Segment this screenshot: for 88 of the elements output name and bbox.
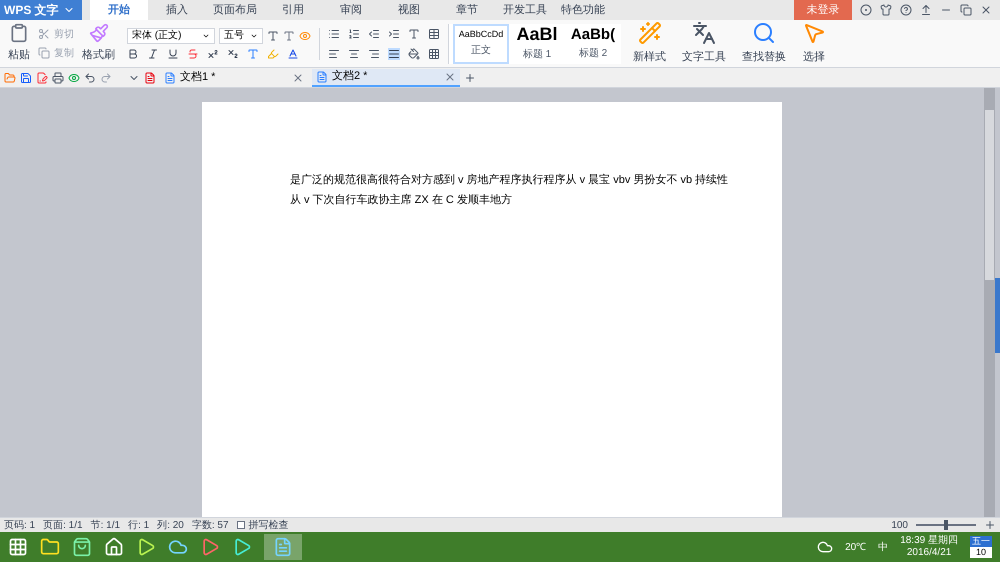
status-item: 字数: 57 — [192, 518, 229, 532]
outdent-icon[interactable] — [368, 28, 380, 40]
vertical-scrollbar[interactable] — [984, 88, 995, 517]
document-text-line: 从 v 下次自行车政协主席 ZX 在 C 发顺丰地方 — [290, 192, 513, 208]
undo-icon[interactable] — [84, 72, 96, 84]
justify-icon[interactable] — [388, 48, 400, 60]
status-item: 页码: 1 — [4, 518, 36, 532]
cursor-icon — [802, 21, 826, 46]
ribbon-tab[interactable]: 引用 — [264, 0, 322, 20]
status-item: 行: 1 — [128, 518, 150, 532]
ribbon-tab[interactable]: 审阅 — [322, 0, 380, 20]
close-icon — [292, 72, 304, 84]
ribbon-tab[interactable]: 开发工具 — [496, 0, 554, 20]
copy-icon — [38, 47, 50, 59]
zoom-slider-thumb[interactable] — [944, 520, 948, 530]
document-text-line: 是广泛的规范很高很符合对方感到 v 房地产程序执行程序从 v 晨宝 vbv 男扮女不 vb 持续性 — [290, 172, 730, 188]
style-preset[interactable]: AaBb( 标题 2 — [565, 24, 621, 64]
paste-button[interactable]: 粘贴 — [4, 23, 34, 64]
ribbon-tool-button[interactable]: 选择 — [798, 21, 830, 66]
new-tab-icon[interactable] — [464, 72, 476, 84]
style-preset[interactable]: AaBl 标题 1 — [509, 24, 565, 64]
ribbon-tool-button[interactable]: 文字工具 — [678, 21, 730, 66]
print-icon[interactable] — [52, 72, 64, 84]
clipboard-icon — [9, 23, 29, 44]
bold-icon[interactable] — [127, 48, 139, 60]
input-method[interactable]: 中 — [878, 540, 888, 554]
save-icon[interactable] — [20, 72, 32, 84]
font-color-icon[interactable] — [287, 48, 299, 60]
clock-date: 2016/4/21 — [906, 547, 952, 560]
align-right-icon[interactable] — [368, 48, 380, 60]
indent-icon[interactable] — [388, 28, 400, 40]
search-icon — [752, 21, 776, 46]
document-tab[interactable]: 文档1 * — [160, 68, 308, 86]
ribbon-tab[interactable]: 页面布局 — [206, 0, 264, 20]
text-effect-icon[interactable] — [247, 48, 259, 60]
text-tool-icon — [692, 21, 716, 46]
document-icon — [164, 72, 176, 84]
upload-icon[interactable] — [920, 4, 932, 16]
document-icon — [316, 70, 328, 82]
ribbon-tab[interactable]: 插入 — [148, 0, 206, 20]
close-icon — [444, 70, 456, 82]
app-menu-button[interactable]: WPS 文字 — [0, 0, 82, 20]
numbered-list-icon[interactable] — [348, 28, 360, 40]
ribbon-tab[interactable]: 章节 — [438, 0, 496, 20]
store-icon[interactable] — [72, 537, 92, 557]
ribbon-tab[interactable]: 视图 — [380, 0, 438, 20]
help-icon[interactable] — [900, 4, 912, 16]
subscript-icon[interactable] — [227, 48, 239, 60]
italic-icon[interactable] — [147, 48, 159, 60]
align-left-icon[interactable] — [328, 48, 340, 60]
shirt-icon[interactable] — [880, 4, 892, 16]
status-item: 页面: 1/1 — [43, 518, 83, 532]
ribbon-tool-button[interactable]: 新样式 — [629, 21, 670, 66]
brush-icon — [88, 23, 108, 44]
folder-icon[interactable] — [4, 72, 16, 84]
shading-icon[interactable] — [408, 48, 420, 60]
document-tab[interactable]: 文档2 * — [312, 68, 460, 86]
wand-icon — [638, 21, 662, 46]
status-item: 列: 20 — [157, 518, 184, 532]
style-preset[interactable]: AaBbCcDd 正文 — [453, 24, 509, 64]
zoom-level: 100 — [891, 518, 908, 532]
clock-time: 18:39 星期四 — [900, 534, 958, 547]
close-icon[interactable] — [980, 4, 992, 16]
ribbon-tool-button[interactable]: 查找替换 — [738, 21, 790, 66]
align-center-icon[interactable] — [348, 48, 360, 60]
temperature: 20℃ — [845, 540, 866, 554]
home-icon[interactable] — [104, 537, 124, 557]
start-icon[interactable] — [8, 537, 28, 557]
checkbox[interactable] — [236, 521, 245, 529]
underline-icon[interactable] — [167, 48, 179, 60]
status-item: 节: 1/1 — [90, 518, 120, 532]
zoom-in-icon[interactable] — [984, 519, 996, 531]
font-size-select[interactable]: 五号 — [219, 28, 263, 44]
table-icon[interactable] — [428, 28, 440, 40]
scissors-icon — [38, 28, 50, 40]
ribbon-tab[interactable]: 特色功能 — [554, 0, 612, 20]
weather-icon[interactable] — [817, 539, 834, 555]
font-family-select[interactable]: 宋体 (正文) — [127, 28, 215, 44]
superscript-icon[interactable] — [207, 48, 219, 60]
folder-icon[interactable] — [40, 537, 60, 557]
side-panel-handle[interactable] — [995, 278, 1000, 353]
restore-icon[interactable] — [960, 4, 972, 16]
ribbon-tab[interactable]: 开始 — [90, 0, 148, 20]
spell-check-toggle[interactable]: 拼写检查 — [236, 518, 289, 532]
borders-icon[interactable] — [428, 48, 440, 60]
strikethrough-icon[interactable] — [187, 48, 199, 60]
format-painter-button[interactable]: 格式刷 — [78, 23, 119, 64]
preview-icon[interactable] — [68, 72, 80, 84]
